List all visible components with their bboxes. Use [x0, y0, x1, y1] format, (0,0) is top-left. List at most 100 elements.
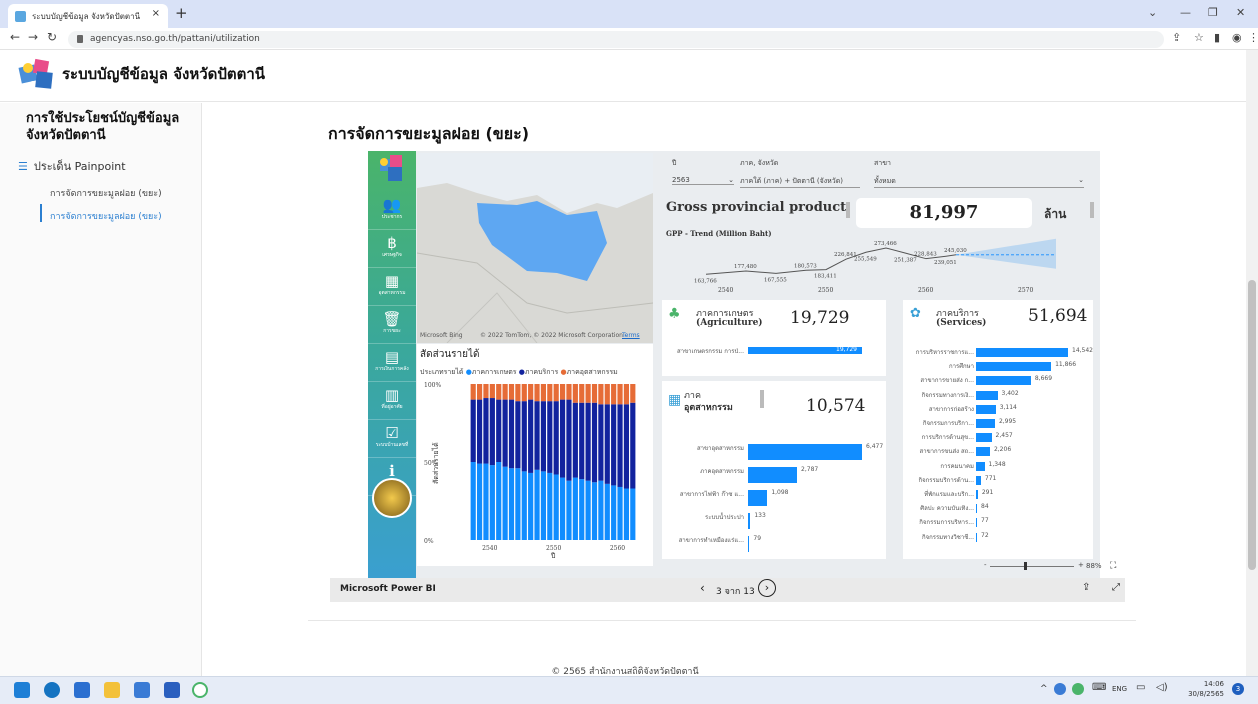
bar[interactable] — [976, 390, 998, 400]
bar-value-label: 84 — [981, 503, 989, 511]
bar[interactable] — [976, 348, 1068, 357]
gpp-x-tick: 2570 — [1018, 287, 1033, 294]
map-terms-link[interactable]: Terms — [622, 332, 640, 339]
year-filter[interactable]: 2563 ⌄ — [672, 176, 734, 185]
sidebar-item-waste-active[interactable]: การจัดการขยะมูลฝอย (ขยะ) — [50, 209, 162, 223]
bar[interactable] — [976, 447, 990, 457]
mail-icon[interactable] — [134, 682, 150, 698]
file-explorer-icon[interactable] — [104, 682, 120, 698]
report-nav-button[interactable]: ☑ ระบบบ้านเลขที่ — [368, 420, 416, 458]
income-share-chart[interactable]: 0%50%100%2540 2550 2560ปีสัดส่วนรายได้ — [420, 378, 652, 568]
fullscreen-icon[interactable]: ⤢ — [1112, 582, 1120, 593]
bar[interactable] — [976, 504, 977, 514]
bar[interactable] — [976, 475, 981, 485]
report-nav-button[interactable]: 👥 ประชากร — [368, 192, 416, 230]
bar[interactable] — [748, 467, 798, 483]
gpp-trend-chart[interactable]: 163,766177,480167,555180,573183,411226,8… — [666, 238, 1086, 294]
reload-icon[interactable]: ↻ — [47, 30, 57, 44]
bar[interactable] — [976, 433, 992, 443]
prev-page-icon[interactable]: ‹ — [700, 581, 705, 595]
bar[interactable] — [976, 419, 995, 428]
report-nav-button[interactable]: ▤ การเงินการคลัง — [368, 344, 416, 382]
bar[interactable] — [976, 490, 978, 499]
share-bar-segment — [502, 466, 508, 540]
close-tab-icon[interactable]: × — [152, 8, 160, 19]
region-filter[interactable]: ภาคใต้ (ภาค) + ปัตตานี (จังหวัด) — [740, 176, 860, 188]
keyboard-icon[interactable]: ⌨ — [1092, 682, 1106, 693]
share-bar-segment — [496, 462, 502, 540]
minimize-icon[interactable]: — — [1180, 6, 1191, 19]
tray-app-icon[interactable] — [1054, 683, 1066, 695]
tray-drive-icon[interactable] — [1072, 683, 1084, 695]
next-page-icon[interactable]: › — [758, 579, 776, 597]
tab-search-icon[interactable]: ⌄ — [1148, 6, 1157, 19]
chrome-icon[interactable] — [192, 682, 208, 698]
sidebar-item-waste[interactable]: การจัดการขยะมูลฝอย (ขยะ) — [50, 186, 162, 200]
scrollbar-thumb[interactable] — [1248, 280, 1256, 570]
zoom-slider-handle[interactable] — [1024, 562, 1027, 570]
bar[interactable] — [976, 376, 1031, 386]
people-icon: 👥 — [382, 196, 402, 214]
share-icon[interactable]: ⇪ — [1172, 31, 1181, 44]
legend-services: ภาคบริการ — [524, 368, 559, 376]
back-icon[interactable]: ← — [10, 30, 20, 44]
store-icon[interactable] — [74, 682, 90, 698]
share-bar-segment — [502, 384, 508, 400]
zoom-slider[interactable] — [990, 566, 1074, 567]
close-window-icon[interactable]: ✕ — [1236, 6, 1245, 19]
notification-badge[interactable]: 3 — [1232, 683, 1244, 695]
report-nav-button[interactable]: ฿เศรษฐกิจ — [368, 230, 416, 268]
edge-icon[interactable] — [44, 682, 60, 698]
bar[interactable] — [748, 490, 768, 506]
report-nav-button[interactable]: 🗑 การขยะ — [368, 306, 416, 344]
bar[interactable] — [748, 536, 750, 552]
bar[interactable] — [748, 444, 862, 460]
language-indicator[interactable]: ENG — [1112, 685, 1127, 693]
report-nav-button[interactable]: ▦ อุตสาหกรรม — [368, 268, 416, 306]
share-report-icon[interactable]: ⇪ — [1082, 582, 1090, 593]
bar[interactable] — [748, 513, 751, 529]
forward-icon[interactable]: → — [28, 30, 38, 44]
bar[interactable] — [976, 532, 977, 542]
address-bar[interactable]: agencyas.nso.go.th/pattani/utilization — [68, 31, 1164, 48]
restore-icon[interactable]: ❐ — [1208, 6, 1218, 19]
report-nav-button[interactable]: ▥ ที่อยู่อาศัย — [368, 382, 416, 420]
bar[interactable] — [976, 404, 996, 414]
share-bar-segment — [585, 384, 591, 403]
bar[interactable] — [976, 362, 1052, 372]
sidepanel-icon[interactable]: ▮ — [1214, 31, 1220, 44]
page-scrollbar[interactable] — [1246, 50, 1258, 676]
zoom-in-icon[interactable]: + — [1078, 561, 1084, 569]
bar-value-label: 291 — [981, 489, 994, 496]
zoom-out-icon[interactable]: - — [984, 561, 987, 569]
clock-time[interactable]: 14:06 — [1184, 680, 1224, 688]
site-title[interactable]: ระบบบัญชีข้อมูล จังหวัดปัตตานี — [62, 62, 265, 86]
fit-to-page-icon[interactable]: ⛶ — [1110, 561, 1116, 571]
report-logo-icon[interactable] — [372, 153, 412, 191]
browser-tab[interactable]: ระบบบัญชีข้อมูล จังหวัดปัตตานี × — [8, 4, 168, 28]
powerbi-brand-link[interactable]: Microsoft Power BI — [340, 584, 436, 594]
bookmark-star-icon[interactable]: ☆ — [1194, 31, 1204, 44]
branch-filter[interactable]: ทั้งหมด ⌄ — [874, 176, 1084, 188]
app-icon[interactable] — [164, 682, 180, 698]
clock-date[interactable]: 30/8/2565 — [1184, 690, 1224, 698]
sidebar-section[interactable]: ☰ ประเด็น Painpoint — [18, 157, 126, 175]
volume-icon[interactable]: ◁) — [1156, 682, 1168, 693]
factory-icon: ▦ — [384, 272, 400, 290]
bar[interactable] — [976, 518, 977, 528]
province-seal-icon[interactable] — [372, 478, 412, 518]
gpp-data-label: 245,030 — [944, 248, 967, 254]
new-tab-icon[interactable]: + — [175, 4, 188, 22]
tray-chevron-icon[interactable]: ^ — [1040, 684, 1048, 694]
windows-start-icon[interactable] — [14, 682, 30, 698]
province-map[interactable] — [417, 153, 653, 343]
share-bar-segment — [515, 384, 521, 402]
site-logo-icon[interactable]: G — [16, 56, 60, 90]
share-bar-segment — [521, 401, 527, 472]
menu-kebab-icon[interactable]: ⋮ — [1248, 31, 1258, 44]
network-icon[interactable]: ▭ — [1136, 682, 1145, 693]
profile-icon[interactable]: ◉ — [1232, 31, 1242, 44]
bar[interactable] — [976, 461, 985, 471]
share-bar-segment — [611, 485, 617, 540]
gpp-value: 81,997 — [909, 202, 979, 223]
